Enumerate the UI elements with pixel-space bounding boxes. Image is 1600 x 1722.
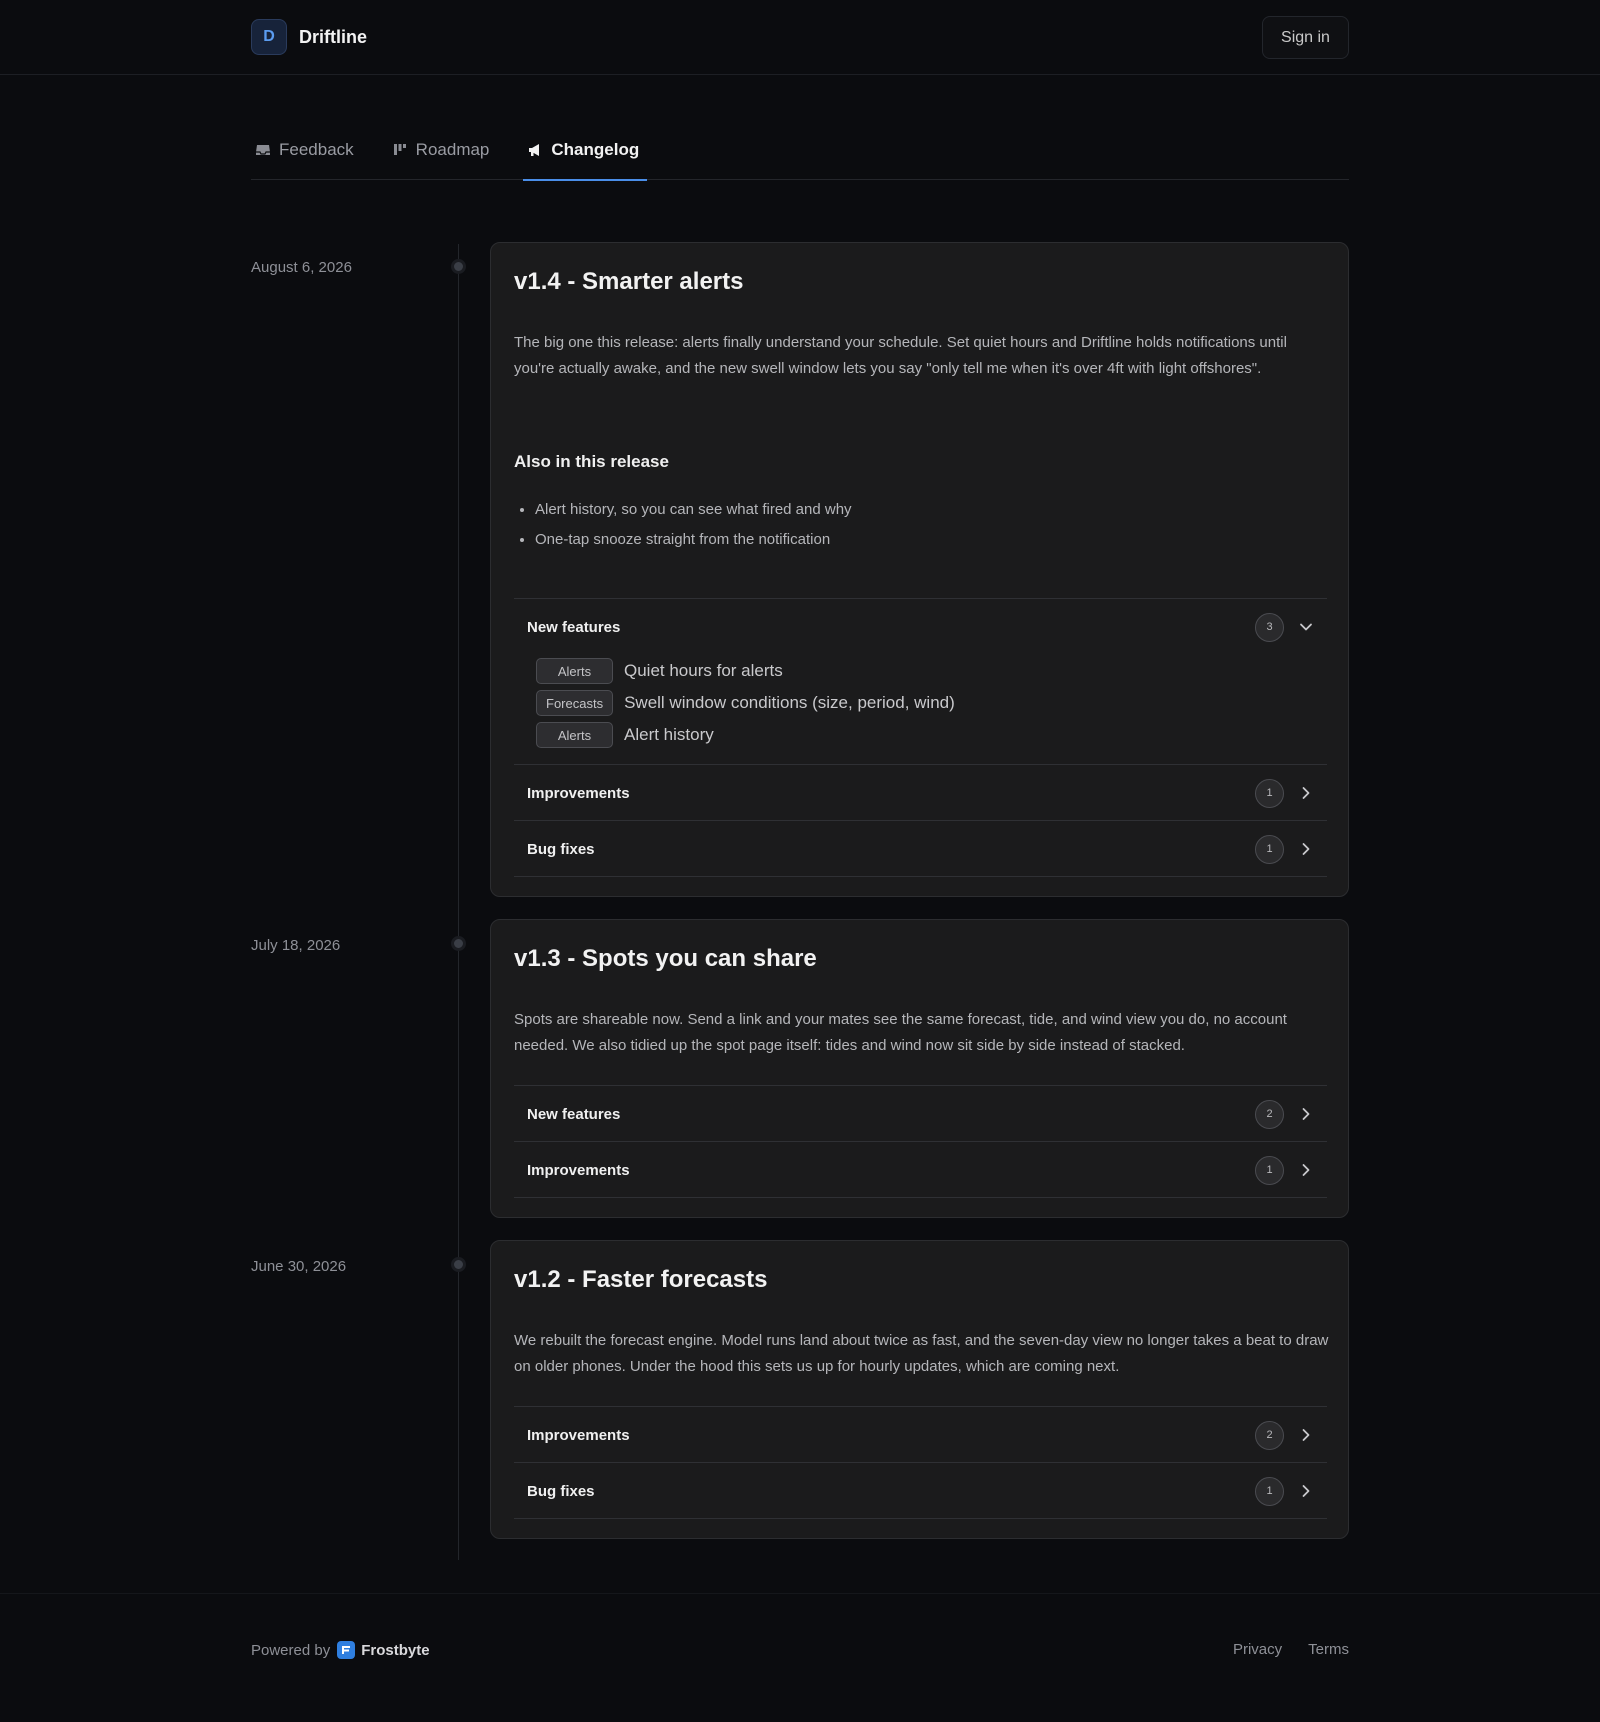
section-improvements: Improvements 1 bbox=[514, 764, 1327, 821]
main-tabs: Feedback Roadmap Changelog bbox=[251, 128, 1349, 181]
count-badge: 1 bbox=[1255, 834, 1284, 864]
timeline-dot bbox=[451, 1257, 466, 1272]
powered-by-label: Powered by bbox=[251, 1641, 331, 1659]
section-header[interactable]: Bug fixes 1 bbox=[514, 1463, 1327, 1519]
privacy-link[interactable]: Privacy bbox=[1233, 1641, 1282, 1658]
count-badge: 1 bbox=[1255, 1476, 1284, 1506]
section-items: Alerts Quiet hours for alerts Forecasts … bbox=[514, 655, 1327, 759]
section-header[interactable]: Improvements 1 bbox=[514, 765, 1327, 821]
count-badge: 3 bbox=[1255, 612, 1284, 642]
section-header[interactable]: Improvements 2 bbox=[514, 1407, 1327, 1463]
release-title: v1.3 - Spots you can share bbox=[514, 945, 817, 972]
section-new-features: New features 2 bbox=[514, 1085, 1327, 1142]
list-item: Alert history, so you can see what fired… bbox=[535, 499, 852, 529]
section-header[interactable]: Bug fixes 1 bbox=[514, 821, 1327, 877]
release-date: July 18, 2026 bbox=[251, 937, 341, 954]
list-item: Alerts Quiet hours for alerts bbox=[536, 655, 1314, 687]
chevron-right-icon[interactable] bbox=[1298, 1106, 1314, 1122]
roadmap-icon bbox=[392, 142, 408, 158]
section-title: Bug fixes bbox=[527, 840, 595, 858]
section-header[interactable]: New features 2 bbox=[514, 1086, 1327, 1142]
chevron-right-icon[interactable] bbox=[1298, 841, 1314, 857]
brand-name: Driftline bbox=[299, 26, 368, 47]
chevron-right-icon[interactable] bbox=[1298, 1162, 1314, 1178]
brand-logo: D bbox=[251, 19, 287, 55]
release-bullets: Alert history, so you can see what fired… bbox=[535, 499, 852, 559]
top-bar: D Driftline Sign in bbox=[0, 0, 1600, 75]
count-badge: 1 bbox=[1255, 778, 1284, 808]
category-tag: Alerts bbox=[536, 658, 613, 684]
brand[interactable]: D Driftline bbox=[251, 19, 367, 55]
list-item: One-tap snooze straight from the notific… bbox=[535, 529, 852, 559]
timeline-dot bbox=[451, 259, 466, 274]
section-header[interactable]: New features 3 bbox=[514, 599, 1327, 655]
section-bug-fixes: Bug fixes 1 bbox=[514, 820, 1327, 877]
chevron-right-icon[interactable] bbox=[1298, 785, 1314, 801]
megaphone-icon bbox=[527, 142, 543, 158]
release-description: The big one this release: alerts finally… bbox=[514, 334, 1287, 377]
divider bbox=[514, 1518, 1327, 1519]
section-header[interactable]: Improvements 1 bbox=[514, 1142, 1327, 1198]
frostbyte-logo-icon bbox=[337, 1641, 356, 1659]
category-tag: Forecasts bbox=[536, 690, 614, 716]
tab-feedback[interactable]: Feedback bbox=[251, 128, 358, 180]
chevron-right-icon[interactable] bbox=[1298, 1427, 1314, 1443]
release-description: Spots are shareable now. Send a link and… bbox=[514, 1011, 1287, 1054]
footer-links: Privacy Terms bbox=[1207, 1641, 1349, 1658]
release-subheading: Also in this release bbox=[514, 452, 669, 471]
list-item: Forecasts Swell window conditions (size,… bbox=[536, 687, 1314, 719]
timeline-line bbox=[458, 244, 459, 1560]
tab-label: Roadmap bbox=[415, 140, 490, 159]
section-improvements: Improvements 1 bbox=[514, 1141, 1327, 1198]
category-tag: Alerts bbox=[536, 722, 613, 748]
powered-by[interactable]: Powered by Frostbyte bbox=[251, 1641, 430, 1659]
tab-changelog[interactable]: Changelog bbox=[523, 128, 648, 181]
release-title: v1.4 - Smarter alerts bbox=[514, 268, 744, 295]
section-title: Improvements bbox=[527, 784, 630, 802]
provider-name: Frostbyte bbox=[361, 1641, 430, 1659]
tab-roadmap[interactable]: Roadmap bbox=[388, 128, 494, 180]
release-date: August 6, 2026 bbox=[251, 259, 352, 276]
inbox-icon bbox=[255, 142, 271, 158]
section-title: Bug fixes bbox=[527, 1482, 595, 1500]
divider bbox=[514, 876, 1327, 877]
sign-in-button[interactable]: Sign in bbox=[1262, 16, 1349, 59]
chevron-down-icon[interactable] bbox=[1298, 619, 1314, 635]
section-title: Improvements bbox=[527, 1161, 630, 1179]
release-card: v1.4 - Smarter alerts The big one this r… bbox=[490, 242, 1349, 897]
tab-label: Changelog bbox=[551, 140, 640, 159]
chevron-right-icon[interactable] bbox=[1298, 1483, 1314, 1499]
count-badge: 1 bbox=[1255, 1155, 1284, 1185]
section-improvements: Improvements 2 bbox=[514, 1406, 1327, 1463]
tab-label: Feedback bbox=[279, 140, 354, 159]
item-text: Alert history bbox=[624, 725, 714, 744]
count-badge: 2 bbox=[1255, 1420, 1284, 1450]
count-badge: 2 bbox=[1255, 1099, 1284, 1129]
release-card: v1.3 - Spots you can share Spots are sha… bbox=[490, 919, 1349, 1218]
section-title: New features bbox=[527, 618, 621, 636]
release-date: June 30, 2026 bbox=[251, 1258, 347, 1275]
release-title: v1.2 - Faster forecasts bbox=[514, 1266, 768, 1293]
release-card: v1.2 - Faster forecasts We rebuilt the f… bbox=[490, 1240, 1349, 1539]
section-title: New features bbox=[527, 1105, 621, 1123]
terms-link[interactable]: Terms bbox=[1308, 1641, 1349, 1658]
footer: Powered by Frostbyte Privacy Terms bbox=[0, 1593, 1600, 1722]
divider bbox=[514, 1197, 1327, 1198]
section-new-features: New features 3 Alerts Quiet hours for al… bbox=[514, 598, 1327, 759]
item-text: Quiet hours for alerts bbox=[624, 661, 783, 680]
section-title: Improvements bbox=[527, 1426, 630, 1444]
item-text: Swell window conditions (size, period, w… bbox=[624, 693, 955, 712]
section-bug-fixes: Bug fixes 1 bbox=[514, 1462, 1327, 1519]
release-description: We rebuilt the forecast engine. Model ru… bbox=[514, 1332, 1329, 1375]
timeline-dot bbox=[451, 936, 466, 951]
list-item: Alerts Alert history bbox=[536, 719, 1314, 751]
